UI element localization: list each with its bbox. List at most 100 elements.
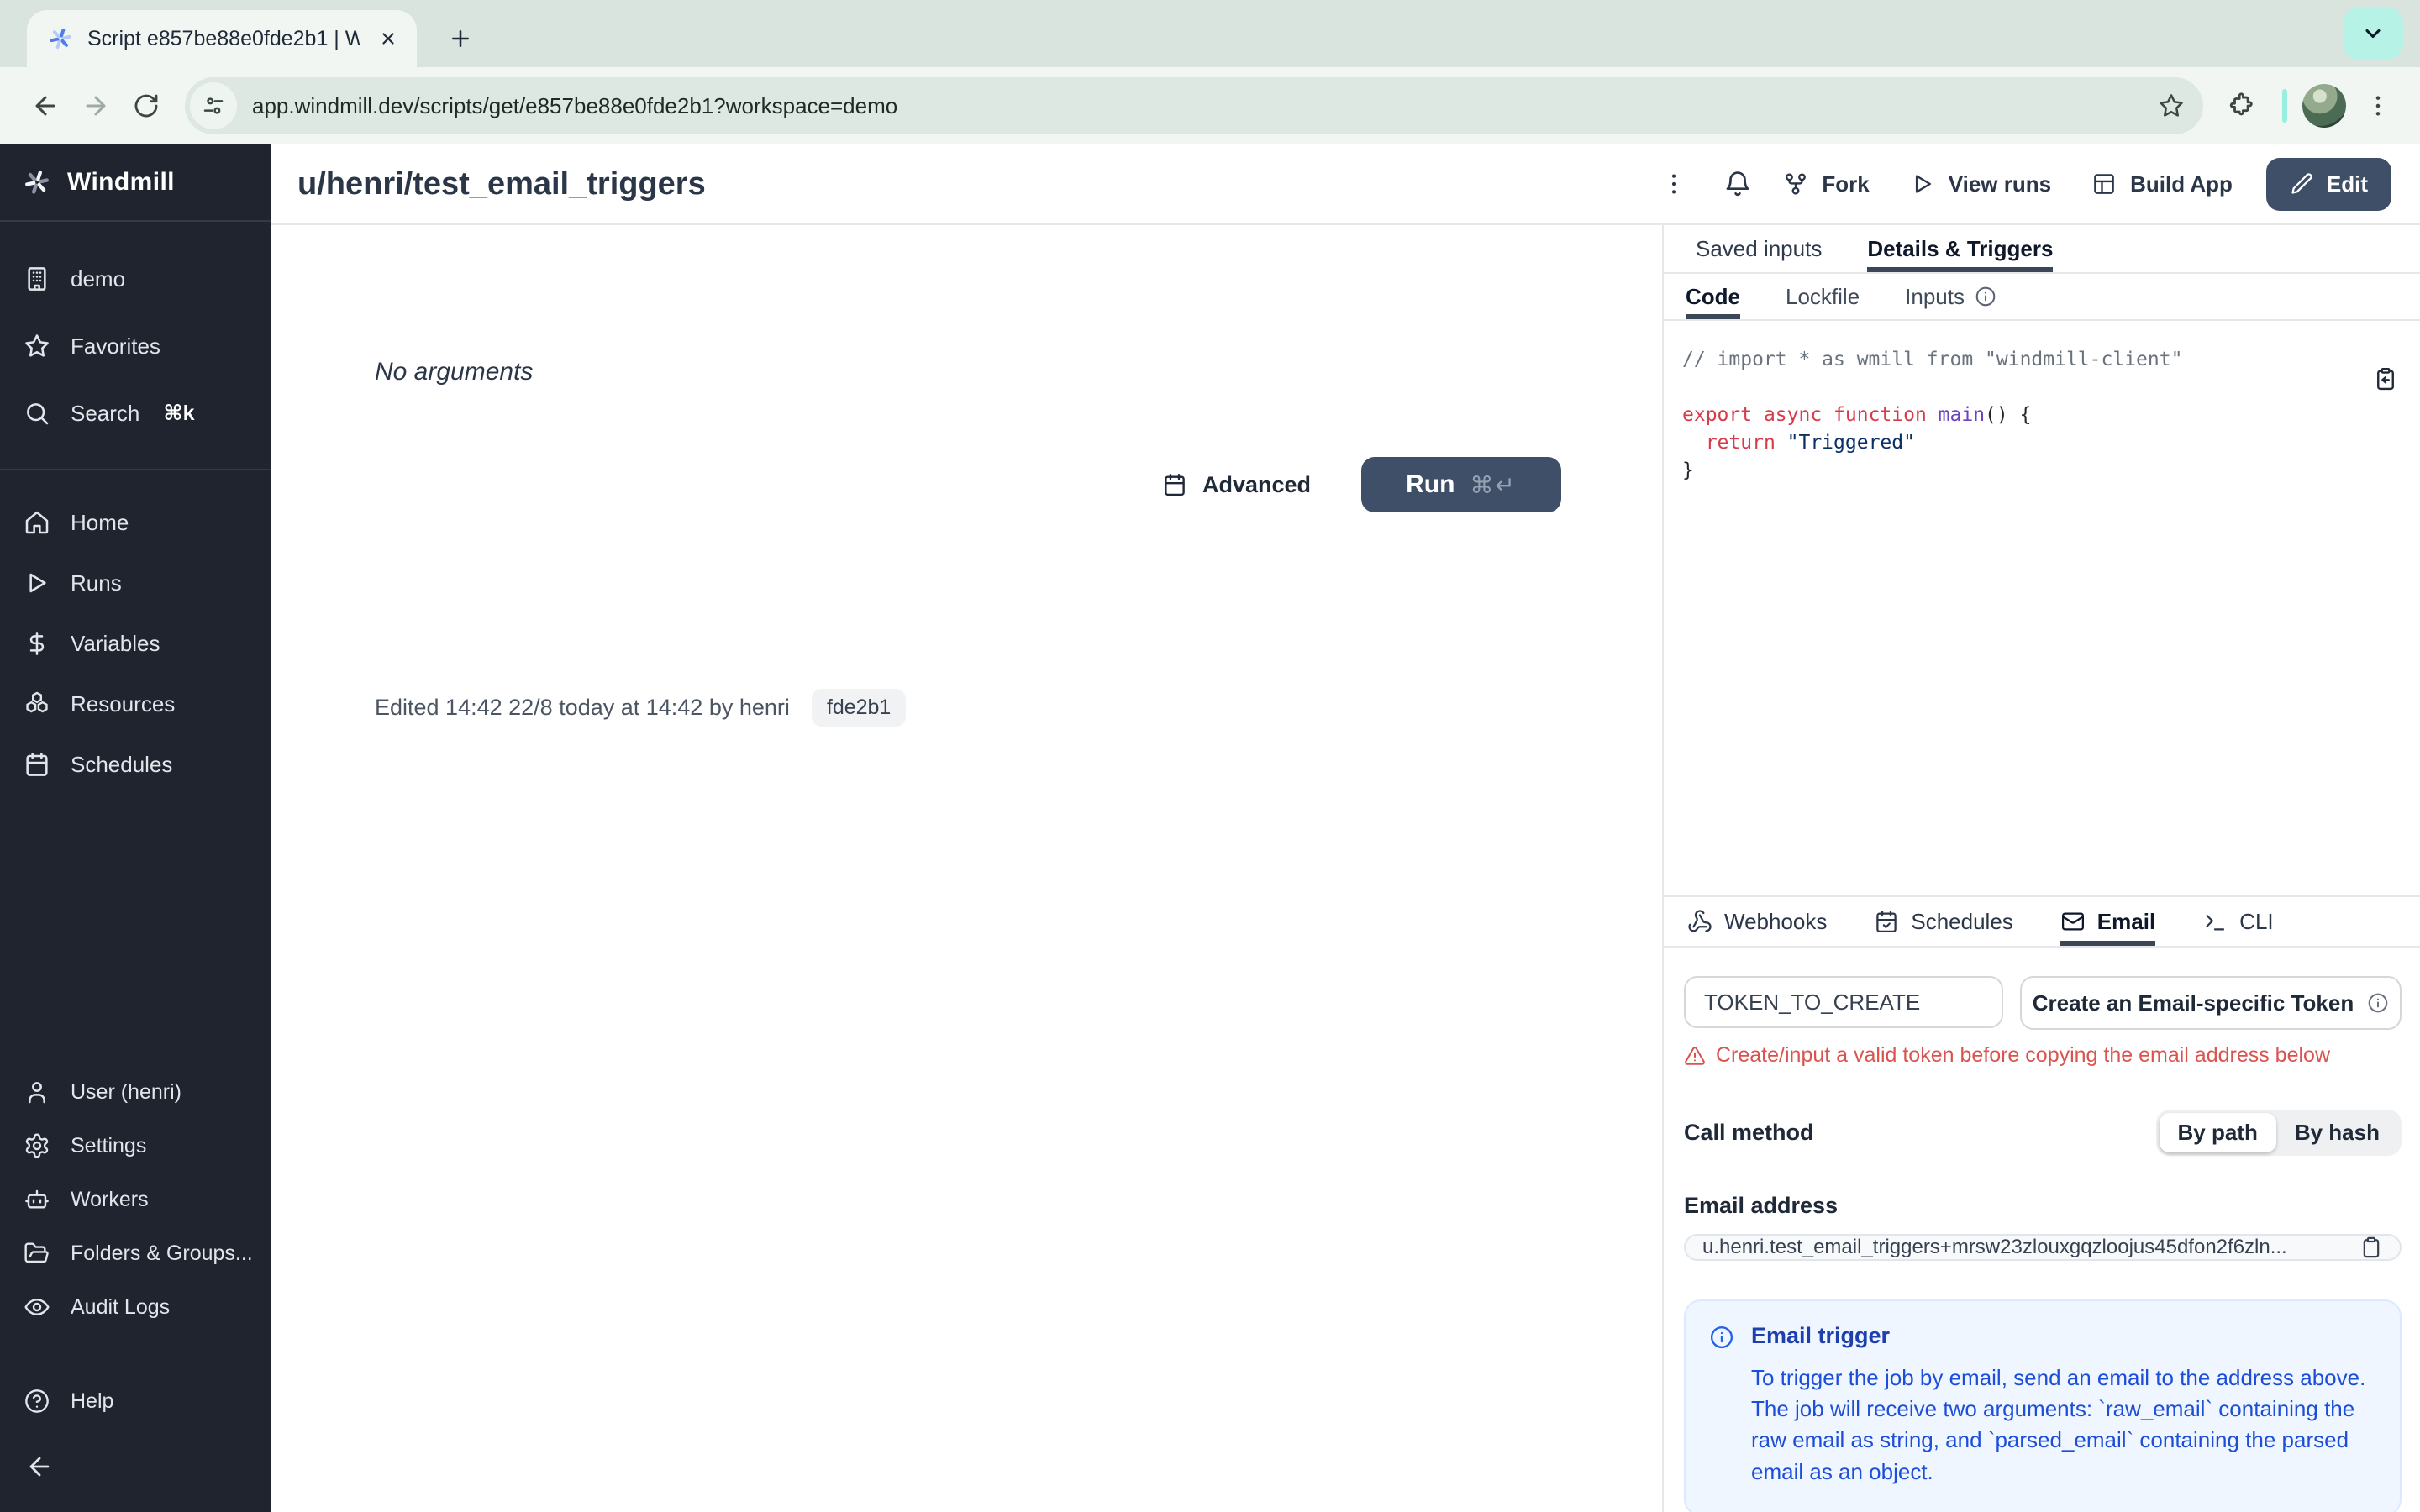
gear-icon [24,1132,50,1159]
trigger-tab-email[interactable]: Email [2060,897,2155,946]
sidebar-item-help[interactable]: Help [0,1374,271,1428]
code-keyword: async [1763,404,1834,426]
no-arguments-text: No arguments [375,358,534,386]
sidebar-item-favorites[interactable]: Favorites [0,312,271,380]
sidebar-item-label: Help [71,1389,114,1413]
by-path-option[interactable]: By path [2159,1113,2276,1152]
notifications-bell-button[interactable] [1712,159,1763,209]
sidebar-item-schedules[interactable]: Schedules [0,734,271,795]
call-method-label: Call method [1684,1120,1814,1145]
email-address-field[interactable]: u.henri.test_email_triggers+mrsw23zlouxg… [1684,1234,2402,1261]
sidebar-item-search[interactable]: Search ⌘k [0,380,271,447]
copy-code-button[interactable] [2373,366,2398,391]
subtab-lockfile[interactable]: Lockfile [1786,274,1860,319]
sidebar-item-user[interactable]: User (henri) [0,1065,271,1119]
sidebar-item-settings[interactable]: Settings [0,1119,271,1173]
trigger-tab-webhooks[interactable]: Webhooks [1687,897,1827,946]
sidebar-item-workers[interactable]: Workers [0,1173,271,1226]
page-title: u/henri/test_email_triggers [297,165,706,202]
bookmark-star-icon[interactable] [2149,84,2193,128]
sidebar-item-label: Search [71,400,140,426]
sidebar-item-variables[interactable]: Variables [0,613,271,674]
robot-icon [24,1186,50,1213]
code-function-name: main [1938,404,1986,426]
trigger-tab-schedules[interactable]: Schedules [1874,897,2013,946]
tab-label: Details & Triggers [1867,235,2054,261]
app-shell: Windmill demo Favorites Search ⌘k Home R… [0,144,2420,1512]
edited-info-row: Edited 14:42 22/8 today at 14:42 by henr… [375,689,907,727]
sidebar-item-audit-logs[interactable]: Audit Logs [0,1280,271,1334]
fork-label: Fork [1822,171,1870,197]
sidebar-item-label: Workers [71,1187,149,1211]
url-bar[interactable]: app.windmill.dev/scripts/get/e857be88e0f… [185,77,2203,134]
new-tab-button[interactable] [437,15,484,62]
sidebar-item-label: Runs [71,570,122,596]
code-keyword: export [1682,404,1764,426]
browser-profile-avatar[interactable] [2302,84,2346,128]
reload-button[interactable] [121,81,171,131]
copy-address-icon[interactable] [2360,1236,2383,1259]
run-button[interactable]: Run ⌘↵ [1361,457,1561,512]
sidebar-item-label: demo [71,265,126,291]
subtab-inputs[interactable]: Inputs [1905,274,1996,319]
sidebar-brand[interactable]: Windmill [0,144,271,222]
building-icon [24,265,50,292]
code-block[interactable]: // import * as wmill from "windmill-clie… [1682,346,2400,485]
browser-tab[interactable]: Script e857be88e0fde2b1 | W [27,10,417,67]
windmill-logo-icon [22,167,52,197]
create-email-token-button[interactable]: Create an Email-specific Token [2020,976,2402,1030]
sidebar-item-resources[interactable]: Resources [0,674,271,734]
windmill-favicon-icon [47,25,74,52]
create-token-label: Create an Email-specific Token [2032,990,2354,1016]
screen: Script e857be88e0fde2b1 | W app.windmill… [0,0,2420,1512]
search-shortcut: ⌘k [163,402,195,425]
user-icon [24,1079,50,1105]
code-plain: () { [1985,404,2032,426]
token-warning: Create/input a valid token before copyin… [1684,1043,2402,1068]
sidebar-item-folders-groups[interactable]: Folders & Groups... [0,1226,271,1280]
tab-saved-inputs[interactable]: Saved inputs [1696,225,1822,272]
trigger-tab-cli[interactable]: CLI [2202,897,2274,946]
trigger-tab-label: CLI [2239,908,2274,934]
main-column: u/henri/test_email_triggers Fork View ru… [271,144,2420,1512]
tab-details-triggers[interactable]: Details & Triggers [1867,225,2053,272]
subtab-label: Inputs [1905,283,1965,309]
view-runs-button[interactable]: View runs [1890,161,2071,207]
panel-tabs: Saved inputs Details & Triggers [1664,225,2420,274]
fork-button[interactable]: Fork [1763,161,1889,207]
more-options-kebab-button[interactable] [1649,159,1699,209]
extensions-puzzle-icon[interactable] [2217,81,2267,131]
sidebar-item-workspace[interactable]: demo [0,245,271,312]
tab-search-chevron-button[interactable] [2343,7,2403,60]
version-hash-badge[interactable]: fde2b1 [811,689,907,727]
toolbar-divider [2282,89,2287,123]
sidebar-item-home[interactable]: Home [0,492,271,553]
pencil-icon [2290,172,2313,196]
email-trigger-info-box: Email trigger To trigger the job by emai… [1684,1299,2402,1512]
email-address-value: u.henri.test_email_triggers+mrsw23zlouxg… [1702,1236,2287,1258]
page-header: u/henri/test_email_triggers Fork View ru… [271,144,2420,225]
forward-button[interactable] [71,81,121,131]
call-method-toggle: By path By hash [2155,1110,2402,1156]
token-input[interactable] [1684,976,2003,1028]
sidebar-item-runs[interactable]: Runs [0,553,271,613]
view-runs-label: View runs [1948,171,2052,197]
sidebar-group-main: Home Runs Variables Resources Schedules [0,470,271,816]
tab-close-icon[interactable] [373,24,403,54]
code-plain: } [1682,459,1694,481]
sidebar-collapse-button[interactable] [0,1438,271,1495]
arrow-left-icon [25,1452,54,1481]
site-settings-icon[interactable] [190,82,237,129]
edit-button[interactable]: Edit [2265,157,2391,211]
back-button[interactable] [20,81,71,131]
eye-icon [24,1294,50,1320]
build-app-button[interactable]: Build App [2071,161,2253,207]
code-string: "Triggered" [1786,432,1915,454]
sidebar-item-label: Audit Logs [71,1294,171,1319]
advanced-button[interactable]: Advanced [1162,472,1311,498]
tab-label: Saved inputs [1696,235,1823,261]
subtab-code[interactable]: Code [1686,274,1740,319]
url-text[interactable]: app.windmill.dev/scripts/get/e857be88e0f… [252,93,2149,119]
browser-menu-kebab-icon[interactable] [2353,81,2403,131]
by-hash-option[interactable]: By hash [2276,1113,2398,1152]
